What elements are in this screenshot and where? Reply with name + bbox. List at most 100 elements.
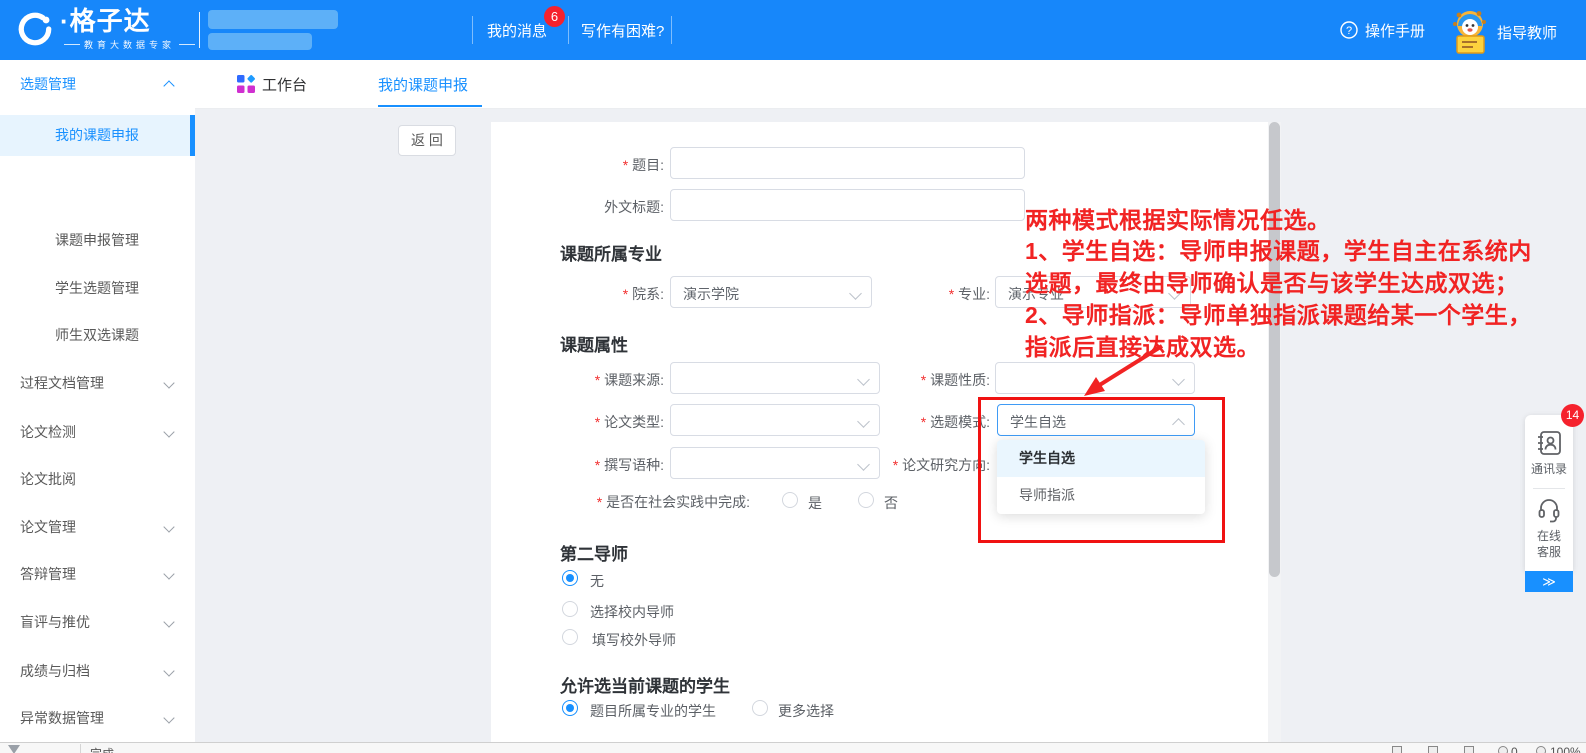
sidebar-group-paper-check[interactable]: 论文检测	[20, 418, 76, 446]
sidebar-group-topic-mgmt[interactable]: 选题管理	[20, 70, 76, 98]
annotation-line: 选题，最终由导师确认是否与该学生达成双选；	[1025, 264, 1519, 298]
brand-logo: ·格子达 教育大数据专家	[16, 6, 199, 51]
zoom-level: 100%	[1550, 745, 1581, 753]
tagline-dash	[64, 44, 80, 45]
allowed-more-radio[interactable]	[752, 700, 768, 716]
foreign-title-input[interactable]	[670, 189, 1025, 221]
section-second-advisor: 第二导师	[560, 540, 628, 565]
second-advisor-external-radio[interactable]	[562, 629, 578, 645]
foreign-title-label: 外文标题:	[544, 197, 664, 217]
tab-workbench[interactable]: 工作台	[262, 74, 307, 95]
sidebar-item-paper-review[interactable]: 论文批阅	[20, 465, 76, 493]
chevron-down-icon	[163, 712, 174, 723]
chevron-down-icon	[163, 521, 174, 532]
annotation-line: 两种模式根据实际情况任选。	[1025, 201, 1331, 235]
practice-no-label[interactable]: 否	[884, 493, 898, 513]
sidebar-group-defense-mgmt[interactable]: 答辩管理	[20, 560, 76, 588]
allowed-more-label[interactable]: 更多选择	[778, 701, 834, 721]
online-service-button-line2[interactable]: 客服	[1525, 543, 1573, 560]
annotation-arrow	[1072, 340, 1172, 404]
divider	[80, 744, 81, 753]
topic-source-select[interactable]	[670, 362, 880, 394]
user-info-redacted	[208, 10, 338, 29]
practice-no-radio[interactable]	[858, 492, 874, 508]
practice-yes-radio[interactable]	[782, 492, 798, 508]
zoom-icon	[1536, 746, 1546, 753]
chevron-down-icon	[163, 426, 174, 437]
chevron-down-icon	[163, 616, 174, 627]
collapse-toolbar-button[interactable]: ≫	[1525, 571, 1573, 592]
chevron-down-icon	[1172, 373, 1185, 386]
sidebar-item-topic-declare-mgmt[interactable]: 课题申报管理	[55, 226, 139, 254]
title-input[interactable]	[670, 147, 1025, 179]
second-advisor-none-label[interactable]: 无	[590, 571, 604, 591]
status-text: 完成	[90, 745, 114, 753]
annotation-line: 2、导师指派：导师单独指派课题给某一个学生，	[1025, 296, 1532, 330]
practice-yes-label[interactable]: 是	[808, 493, 822, 513]
header-divider	[472, 16, 473, 44]
headset-icon	[1536, 497, 1562, 523]
title-label: 题目:	[544, 155, 664, 175]
contacts-button[interactable]: 通讯录	[1525, 460, 1573, 477]
sidebar-group-process-docs[interactable]: 过程文档管理	[20, 369, 104, 397]
chevron-down-icon	[163, 568, 174, 579]
allowed-same-major-label[interactable]: 题目所属专业的学生	[590, 701, 716, 721]
sidebar-item-student-topic-mgmt[interactable]: 学生选题管理	[55, 274, 139, 302]
sidebar-nav: 选题管理 我的课题申报 课题申报管理 学生选题管理 师生双选课题 过程文档管理 …	[0, 60, 195, 742]
research-direction-label: 论文研究方向:	[840, 455, 990, 475]
tagline-dash	[179, 44, 195, 45]
sidebar-item-mutual-select[interactable]: 师生双选课题	[55, 321, 139, 349]
my-messages-link[interactable]: 我的消息	[487, 20, 547, 41]
active-tab-underline	[378, 105, 482, 107]
scrollbar-thumb[interactable]	[1269, 122, 1280, 577]
sidebar-item-my-topic-declare[interactable]: 我的课题申报	[55, 121, 139, 149]
paper-type-select[interactable]	[670, 404, 880, 436]
tagline-text: 教育大数据专家	[84, 38, 175, 51]
manual-link[interactable]: 操作手册	[1365, 20, 1425, 41]
second-advisor-external-label[interactable]: 填写校外导师	[592, 630, 676, 650]
speaker-icon	[1428, 746, 1438, 753]
printer-icon	[1464, 746, 1474, 753]
department-select[interactable]: 演示学院	[670, 276, 872, 308]
logo-tagline: 教育大数据专家	[60, 38, 199, 51]
status-count: 0	[1511, 745, 1518, 753]
sidebar-active-bar	[190, 115, 195, 156]
mascot-avatar	[1448, 9, 1492, 56]
chevron-down-icon	[163, 377, 174, 388]
role-label: 指导教师	[1497, 22, 1557, 43]
department-value: 演示学院	[683, 284, 739, 304]
header-divider	[199, 12, 200, 48]
second-advisor-none-radio[interactable]	[562, 570, 578, 586]
contacts-count-badge: 14	[1561, 404, 1584, 427]
help-circle-icon: ?	[1340, 21, 1358, 39]
top-header: ·格子达 教育大数据专家 我的消息 6 写作有困难? ? 操作手册	[0, 0, 1586, 60]
paper-type-label: 论文类型:	[524, 412, 664, 432]
sidebar-group-grades-archive[interactable]: 成绩与归档	[20, 657, 90, 685]
second-advisor-internal-radio[interactable]	[562, 601, 578, 617]
annotation-box-dropdown	[978, 397, 1225, 543]
online-service-button[interactable]: 在线	[1525, 527, 1573, 544]
topic-source-label: 课题来源:	[524, 370, 664, 390]
sidebar-group-blind-review[interactable]: 盲评与推优	[20, 608, 90, 636]
logo-title: ·格子达	[60, 6, 199, 36]
cursor-icon	[8, 745, 20, 753]
major-label: 专业:	[890, 284, 990, 304]
tab-my-topic-declare[interactable]: 我的课题申报	[378, 74, 468, 95]
back-button[interactable]: 返 回	[398, 125, 456, 156]
sidebar-group-paper-mgmt[interactable]: 论文管理	[20, 513, 76, 541]
allowed-same-major-radio[interactable]	[562, 700, 578, 716]
chevron-up-icon	[163, 80, 174, 91]
header-divider	[671, 16, 672, 44]
chevron-down-icon	[163, 665, 174, 676]
messages-count-badge: 6	[544, 6, 565, 27]
chevron-down-icon	[849, 287, 862, 300]
tab-bar: 工作台 我的课题申报	[195, 60, 1586, 109]
section-topic-attrs: 课题属性	[560, 331, 628, 356]
second-advisor-internal-label[interactable]: 选择校内导师	[590, 602, 674, 622]
browser-status-bar: 完成 0 100%	[0, 742, 1586, 753]
address-book-icon	[1536, 430, 1562, 456]
app-window: ·格子达 教育大数据专家 我的消息 6 写作有困难? ? 操作手册	[0, 0, 1586, 753]
sidebar-group-abnormal-data[interactable]: 异常数据管理	[20, 704, 104, 732]
shield-icon	[1498, 746, 1508, 753]
writing-help-link[interactable]: 写作有困难?	[581, 20, 664, 41]
